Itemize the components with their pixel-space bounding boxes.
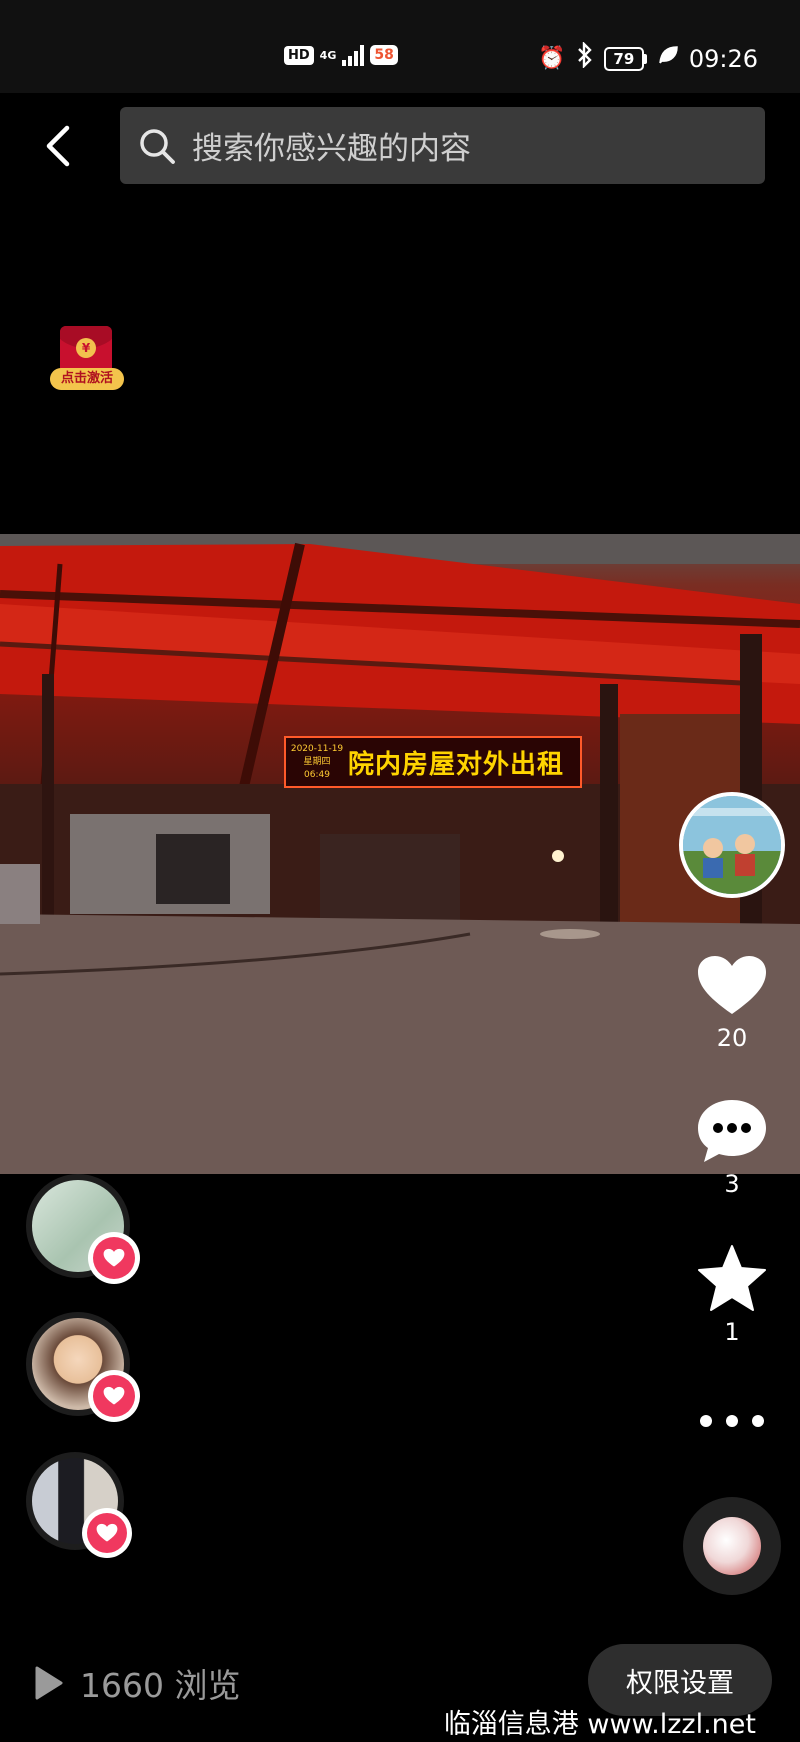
view-count: 1660 浏览 [80, 1666, 241, 1705]
liker-heart-badge [88, 1370, 140, 1422]
bluetooth-icon [576, 41, 594, 75]
back-icon [46, 125, 70, 167]
more-icon-dot [700, 1415, 712, 1427]
more-button[interactable] [696, 1404, 768, 1438]
liker-avatar-2[interactable] [26, 1312, 140, 1422]
star-icon [698, 1245, 766, 1311]
network-type: 4G [319, 48, 337, 62]
led-clock: 06:49 [304, 769, 330, 780]
search-icon [140, 128, 175, 164]
status-right-icons: ⏰ 79 09:26 [538, 41, 758, 75]
liker-heart-badge [88, 1232, 140, 1284]
favorite-button[interactable]: 1 [690, 1244, 774, 1346]
search-placeholder: 搜索你感兴趣的内容 [192, 131, 471, 167]
heart-icon [103, 1386, 125, 1405]
led-date: 2020-11-19 [290, 743, 344, 754]
like-button[interactable]: 20 [690, 954, 774, 1052]
heart-icon [698, 956, 766, 1014]
site-watermark: 临淄信息港 www.lzzl.net [443, 1709, 756, 1740]
author-avatar-image [683, 796, 781, 894]
heart-icon [103, 1248, 125, 1267]
comment-button[interactable]: 3 [690, 1098, 774, 1198]
comment-count: 3 [724, 1170, 740, 1198]
led-meta: 2020-11-19 星期四 06:49 [286, 743, 348, 782]
liker-avatar-3[interactable] [26, 1452, 136, 1558]
search-input[interactable]: 搜索你感兴趣的内容 [120, 107, 765, 184]
author-avatar[interactable] [679, 792, 785, 898]
led-message: 院内房屋对外出租 [348, 749, 565, 780]
status-bar: HD 4G 58 ⏰ 79 09:26 [0, 0, 800, 93]
back-button[interactable] [36, 118, 80, 174]
battery-level: 79 [603, 46, 644, 71]
liker-heart-badge [82, 1508, 132, 1558]
music-disc-button[interactable] [683, 1497, 781, 1595]
red-packet-button[interactable]: ¥ 点击激活 [50, 326, 124, 392]
comment-icon [698, 1100, 766, 1162]
more-icon-dot [726, 1415, 738, 1427]
signal-icon [342, 44, 365, 66]
leaf-icon [657, 44, 679, 73]
heart-icon [96, 1523, 118, 1542]
hd-badge: HD [284, 45, 314, 65]
status-center-icons: HD 4G 58 [284, 44, 398, 66]
battery-icon: 79 [603, 46, 647, 71]
led-weekday: 星期四 [303, 756, 331, 767]
view-stats: 1660 浏览 [34, 1659, 240, 1707]
play-icon [35, 1666, 63, 1700]
red-packet-label: 点击激活 [50, 368, 124, 390]
music-disc-icon [703, 1517, 761, 1575]
liker-avatar-1[interactable] [26, 1174, 140, 1284]
like-count: 20 [716, 1024, 748, 1052]
clock: 09:26 [688, 44, 758, 73]
favorite-count: 1 [724, 1318, 740, 1346]
alarm-icon: ⏰ [538, 45, 566, 71]
app-58-badge: 58 [370, 45, 398, 65]
more-icon-dot [752, 1415, 764, 1427]
led-sign: 2020-11-19 星期四 06:49 院内房屋对外出租 [284, 736, 582, 788]
